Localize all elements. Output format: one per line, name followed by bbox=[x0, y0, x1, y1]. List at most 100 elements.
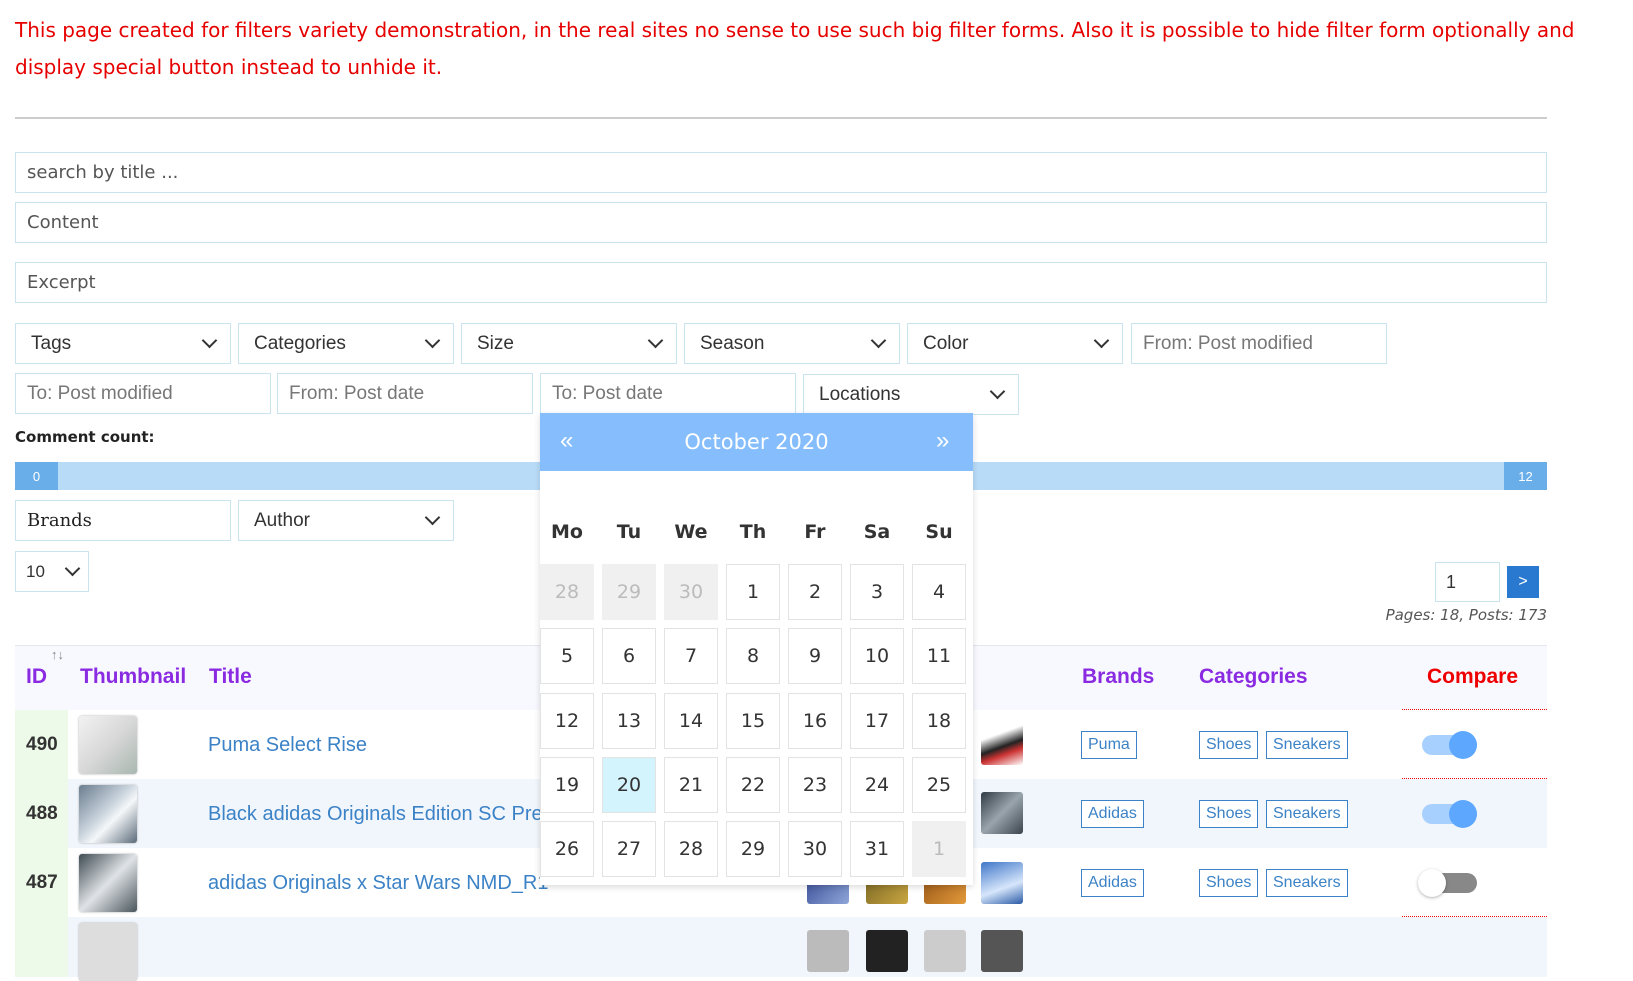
calendar-day[interactable]: 10 bbox=[850, 628, 904, 684]
calendar-day[interactable]: 18 bbox=[912, 693, 966, 749]
tags-select[interactable]: Tags bbox=[15, 323, 231, 364]
column-header-id[interactable]: ID bbox=[26, 665, 47, 689]
brand-tag[interactable]: Puma bbox=[1081, 731, 1137, 759]
next-page-button[interactable]: > bbox=[1507, 566, 1539, 598]
calendar-day[interactable]: 29 bbox=[726, 821, 780, 877]
category-tag[interactable]: Sneakers bbox=[1266, 731, 1348, 759]
calendar-day[interactable]: 7 bbox=[664, 628, 718, 684]
calendar-day[interactable]: 26 bbox=[540, 821, 594, 877]
product-title-link[interactable]: adidas Originals x Star Wars NMD_R1 bbox=[208, 872, 548, 895]
column-header-title[interactable]: Title bbox=[209, 665, 252, 689]
calendar-day[interactable]: 1 bbox=[726, 564, 780, 620]
category-tag[interactable]: Sneakers bbox=[1266, 800, 1348, 828]
row-id-cell bbox=[15, 917, 68, 977]
calendar-day[interactable]: 13 bbox=[602, 693, 656, 749]
season-select[interactable]: Season bbox=[684, 323, 900, 364]
calendar-day[interactable]: 4 bbox=[912, 564, 966, 620]
calendar-day[interactable]: 28 bbox=[664, 821, 718, 877]
toggle-knob bbox=[1449, 800, 1477, 828]
product-thumbnail[interactable] bbox=[79, 785, 137, 843]
gallery-thumbnail[interactable] bbox=[981, 723, 1023, 765]
gallery-thumbnail[interactable] bbox=[866, 930, 908, 972]
brand-tag[interactable]: Adidas bbox=[1081, 869, 1144, 897]
toggle-knob bbox=[1418, 869, 1446, 897]
gallery-thumbnail[interactable] bbox=[807, 930, 849, 972]
product-thumbnail[interactable] bbox=[79, 854, 137, 912]
calendar-day[interactable]: 14 bbox=[664, 693, 718, 749]
calendar-day[interactable]: 30 bbox=[788, 821, 842, 877]
calendar-day[interactable]: 27 bbox=[602, 821, 656, 877]
comment-count-label: Comment count: bbox=[15, 428, 155, 446]
calendar-day[interactable]: 20 bbox=[602, 757, 656, 813]
sort-icon[interactable]: ↑↓ bbox=[51, 647, 64, 662]
calendar-day[interactable]: 21 bbox=[664, 757, 718, 813]
column-header-brands: Brands bbox=[1082, 665, 1155, 688]
compare-toggle[interactable] bbox=[1422, 731, 1477, 759]
search-input[interactable]: search by title ... bbox=[15, 152, 1547, 193]
datepicker-prev-button[interactable]: « bbox=[560, 427, 573, 455]
color-select[interactable]: Color bbox=[907, 323, 1123, 364]
brands-input[interactable]: Brands bbox=[15, 500, 231, 541]
gallery-thumbnail[interactable] bbox=[981, 930, 1023, 972]
page-number-input[interactable]: 1 bbox=[1435, 562, 1500, 602]
calendar-day-other-month: 30 bbox=[664, 564, 718, 620]
calendar-day[interactable]: 31 bbox=[850, 821, 904, 877]
datepicker-header: October 2020 bbox=[540, 413, 973, 471]
tags-select-label: Tags bbox=[31, 332, 72, 354]
calendar-day[interactable]: 17 bbox=[850, 693, 904, 749]
column-header-compare: Compare bbox=[1427, 665, 1519, 688]
gallery-thumbnail[interactable] bbox=[981, 792, 1023, 834]
calendar-day[interactable]: 19 bbox=[540, 757, 594, 813]
category-tag[interactable]: Shoes bbox=[1199, 869, 1259, 897]
calendar-day[interactable]: 2 bbox=[788, 564, 842, 620]
toggle-knob bbox=[1449, 731, 1477, 759]
product-title-link[interactable]: Puma Select Rise bbox=[208, 734, 367, 757]
calendar-day[interactable]: 23 bbox=[788, 757, 842, 813]
content-input[interactable]: Content bbox=[15, 202, 1547, 243]
compare-toggle[interactable] bbox=[1418, 869, 1477, 897]
calendar-day[interactable]: 11 bbox=[912, 628, 966, 684]
slider-min-handle[interactable]: 0 bbox=[15, 462, 58, 490]
calendar-day[interactable]: 12 bbox=[540, 693, 594, 749]
gallery-thumbnail[interactable] bbox=[924, 930, 966, 972]
author-select-label: Author bbox=[254, 509, 310, 531]
from-post-date-input[interactable]: From: Post date bbox=[277, 373, 533, 414]
chevron-down-icon bbox=[870, 332, 887, 349]
categories-select[interactable]: Categories bbox=[238, 323, 454, 364]
calendar-day[interactable]: 9 bbox=[788, 628, 842, 684]
slider-max-handle[interactable]: 12 bbox=[1504, 462, 1547, 490]
category-tag[interactable]: Sneakers bbox=[1266, 869, 1348, 897]
per-page-select[interactable]: 10 bbox=[15, 551, 89, 592]
to-post-modified-input[interactable]: To: Post modified bbox=[15, 373, 271, 414]
pages-info: Pages: 18, Posts: 173 bbox=[1385, 606, 1547, 624]
category-tag[interactable]: Shoes bbox=[1199, 731, 1259, 759]
gallery-thumbnail[interactable] bbox=[981, 862, 1023, 904]
product-thumbnail[interactable] bbox=[79, 923, 137, 981]
calendar-day[interactable]: 16 bbox=[788, 693, 842, 749]
calendar-day[interactable]: 8 bbox=[726, 628, 780, 684]
calendar-day[interactable]: 25 bbox=[912, 757, 966, 813]
chevron-down-icon bbox=[647, 332, 664, 349]
calendar-day[interactable]: 24 bbox=[850, 757, 904, 813]
locations-select[interactable]: Locations bbox=[803, 374, 1019, 415]
excerpt-input[interactable]: Excerpt bbox=[15, 262, 1547, 303]
calendar-day[interactable]: 5 bbox=[540, 628, 594, 684]
chevron-down-icon bbox=[424, 509, 441, 526]
calendar-day-other-month: 28 bbox=[540, 564, 594, 620]
calendar-day[interactable]: 15 bbox=[726, 693, 780, 749]
author-select[interactable]: Author bbox=[238, 500, 454, 541]
from-post-modified-input[interactable]: From: Post modified bbox=[1131, 323, 1387, 364]
compare-toggle[interactable] bbox=[1422, 800, 1477, 828]
calendar-day[interactable]: 3 bbox=[850, 564, 904, 620]
category-tag[interactable]: Shoes bbox=[1199, 800, 1259, 828]
size-select[interactable]: Size bbox=[461, 323, 677, 364]
product-title-link[interactable]: Black adidas Originals Edition SC Prem bbox=[208, 803, 559, 826]
chevron-down-icon bbox=[201, 332, 218, 349]
categories-select-label: Categories bbox=[254, 332, 346, 354]
product-thumbnail[interactable] bbox=[79, 716, 137, 774]
calendar-day[interactable]: 22 bbox=[726, 757, 780, 813]
datepicker-next-button[interactable]: » bbox=[936, 427, 949, 455]
calendar-day[interactable]: 6 bbox=[602, 628, 656, 684]
brand-tag[interactable]: Adidas bbox=[1081, 800, 1144, 828]
to-post-date-input[interactable]: To: Post date bbox=[540, 373, 796, 414]
